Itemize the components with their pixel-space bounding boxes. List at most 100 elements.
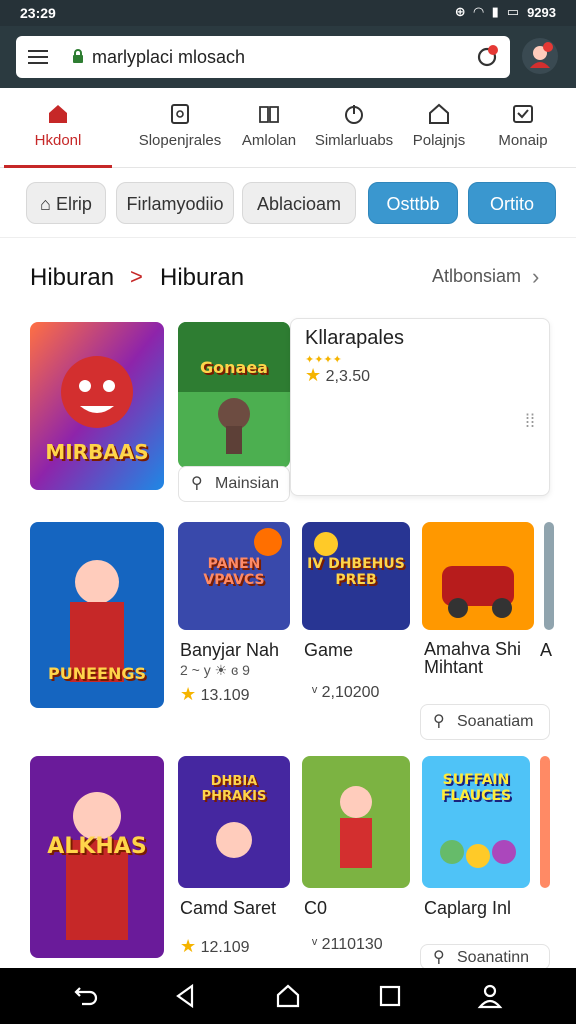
wifi-icon: ◠ (473, 4, 484, 19)
system-nav-bar (0, 968, 576, 1024)
home-nav-icon[interactable] (274, 982, 302, 1010)
book-icon (259, 106, 279, 123)
chip-label: Firlamyodiio (126, 194, 224, 214)
tab-monaip[interactable]: Monaip (490, 88, 556, 168)
game-title[interactable]: C0 (304, 898, 327, 919)
chip-label: Ablacioam (256, 194, 342, 214)
rating-prefix: ᵛ (312, 936, 318, 953)
game-title[interactable]: Amahva Shi Mihtant (424, 640, 524, 676)
tab-polajnjs[interactable]: Polajnjs (404, 88, 474, 168)
game-logo: PUNEENGS (47, 664, 146, 683)
game-thumb-puneengs[interactable]: PUNEENGS (30, 522, 164, 708)
star-icon: ★ (180, 936, 197, 956)
chip-osttbb[interactable]: Osttbb (368, 182, 458, 224)
tab-home[interactable]: Hkdonl (4, 88, 112, 168)
status-bar: 23:29 ⊕ ◠ ▮ ▭ 9293 (0, 0, 576, 26)
status-icons: ⊕ ◠ ▮ ▭ 9293 (455, 4, 556, 20)
see-all-link[interactable]: Atlbonsiam (432, 266, 521, 287)
rating-prefix: ᵛ (312, 684, 318, 701)
pin-icon: ⚲ (433, 713, 445, 730)
recents-icon[interactable] (376, 982, 404, 1010)
card-meta-pill[interactable]: ⚲ Mainsian (178, 466, 290, 502)
profile-avatar[interactable] (522, 38, 558, 74)
tablet-icon (171, 104, 189, 124)
game-logo: ALKHAS (47, 834, 147, 859)
tab-label: Monaip (498, 132, 548, 149)
filter-chips: ⌂ Elrip Firlamyodiio Ablacioam Osttbb Or… (0, 168, 576, 238)
game-thumb-gonaea[interactable]: Gonaea (178, 322, 290, 468)
drag-handle-icon[interactable]: ⁞⁞ (525, 412, 535, 430)
power-icon (345, 105, 363, 124)
game-thumb-amahva[interactable] (422, 522, 534, 630)
inbox-icon (513, 105, 533, 123)
card-meta-pill[interactable]: ⚲ Soanatinn (420, 944, 550, 970)
game-logo: PANEN VPAVCS (203, 556, 265, 588)
popup-rating: ★ 2,3.50 (305, 365, 370, 386)
breadcrumb-parent[interactable]: Hiburan (30, 264, 114, 292)
game-thumb-dhbia[interactable]: DHBIA PHRAKIS (178, 756, 290, 888)
chip-ablacioam[interactable]: Ablacioam (242, 182, 356, 224)
meta-label: Mainsian (215, 475, 280, 492)
star-icon: ★ (180, 684, 197, 704)
game-art (302, 756, 410, 888)
signal-icon: ▮ (491, 4, 499, 19)
tab-label: Simlarluabs (314, 132, 394, 149)
game-rating: ᵛ 2110130 (312, 936, 383, 954)
game-detail-popup[interactable]: Kllarapales ✦✦✦✦ ★ 2,3.50 ⁞⁞ (290, 318, 550, 496)
card-meta-pill[interactable]: ⚲ Soanatiam (420, 704, 550, 740)
chip-label: Osttbb (386, 194, 440, 214)
game-art (178, 322, 290, 468)
address-bar[interactable]: marlyplaci mlosach (16, 36, 510, 78)
account-icon[interactable] (476, 982, 504, 1010)
game-thumb-partial[interactable] (544, 522, 554, 630)
browser-toolbar: marlyplaci mlosach (0, 26, 576, 88)
game-thumb-dhbehus[interactable]: IV DHBEHUS PREB (302, 522, 410, 630)
game-title[interactable]: A (540, 640, 552, 661)
game-thumb-alkhas[interactable]: ALKHAS (30, 756, 164, 958)
rating-value: 12.109 (200, 939, 250, 956)
tab-amlolan[interactable]: Amlolan (236, 88, 302, 168)
category-tabs: Hkdonl Slopenjrales Amlolan Simlarluabs … (0, 88, 576, 168)
url-text[interactable]: marlyplaci mlosach (92, 47, 245, 68)
section-header: Hiburan > Hiburan Atlbonsiam › (0, 258, 576, 298)
game-thumb-partial[interactable] (540, 756, 550, 888)
game-rating: ᵛ 2,10200 (312, 684, 379, 702)
menu-icon[interactable] (26, 45, 50, 69)
game-subtitle: 2 ~ y ☀ ɞ 9 (180, 662, 250, 678)
game-title[interactable]: Banyjar Nah (180, 640, 279, 661)
game-thumb-suffain[interactable]: SUFFAIN FLAUCES (422, 756, 530, 888)
star-icon: ★ (305, 365, 322, 385)
game-logo: DHBIA PHRAKIS (201, 774, 267, 804)
tab-slopenjrales[interactable]: Slopenjrales (124, 88, 236, 168)
chip-firlamyodiio[interactable]: Firlamyodiio (116, 182, 234, 224)
tab-label: Polajnjs (412, 132, 466, 149)
game-thumb-mirbaas[interactable]: MIRBAAS (30, 322, 164, 490)
tab-label: Hkdonl (34, 132, 82, 149)
triangle-back-icon[interactable] (172, 982, 200, 1010)
chip-ortito[interactable]: Ortito (468, 182, 556, 224)
notification-icon: ⊕ (454, 4, 466, 19)
game-title[interactable]: Caplarg Inl (424, 898, 511, 919)
game-logo: MIRBAAS (45, 440, 149, 464)
status-right-text: 9293 (527, 4, 556, 20)
game-rating: ★ 13.109 (180, 684, 250, 705)
game-title[interactable]: Game (304, 640, 353, 661)
rating-value: 2110130 (321, 936, 383, 953)
tab-simlarluabs[interactable]: Simlarluabs (310, 88, 398, 168)
breadcrumb-separator: > (130, 264, 143, 289)
back-arrow-icon[interactable] (72, 982, 100, 1010)
pin-icon: ⚲ (191, 475, 203, 492)
game-logo: Gonaea (200, 358, 268, 377)
chip-elrip[interactable]: ⌂ Elrip (26, 182, 106, 224)
game-thumb-c0[interactable] (302, 756, 410, 888)
chip-label: Elrip (55, 194, 92, 214)
reload-icon[interactable] (474, 44, 500, 70)
game-logo: SUFFAIN FLAUCES (440, 772, 512, 804)
game-thumb-panen[interactable]: PANEN VPAVCS (178, 522, 290, 630)
game-logo: IV DHBEHUS PREB (307, 556, 405, 588)
game-title[interactable]: Camd Saret (180, 898, 276, 919)
store-icon: ⌂ (40, 194, 51, 214)
breadcrumb-current: Hiburan (160, 264, 245, 291)
popup-title: Kllarapales (305, 327, 404, 349)
chevron-right-icon[interactable]: › (532, 264, 539, 290)
